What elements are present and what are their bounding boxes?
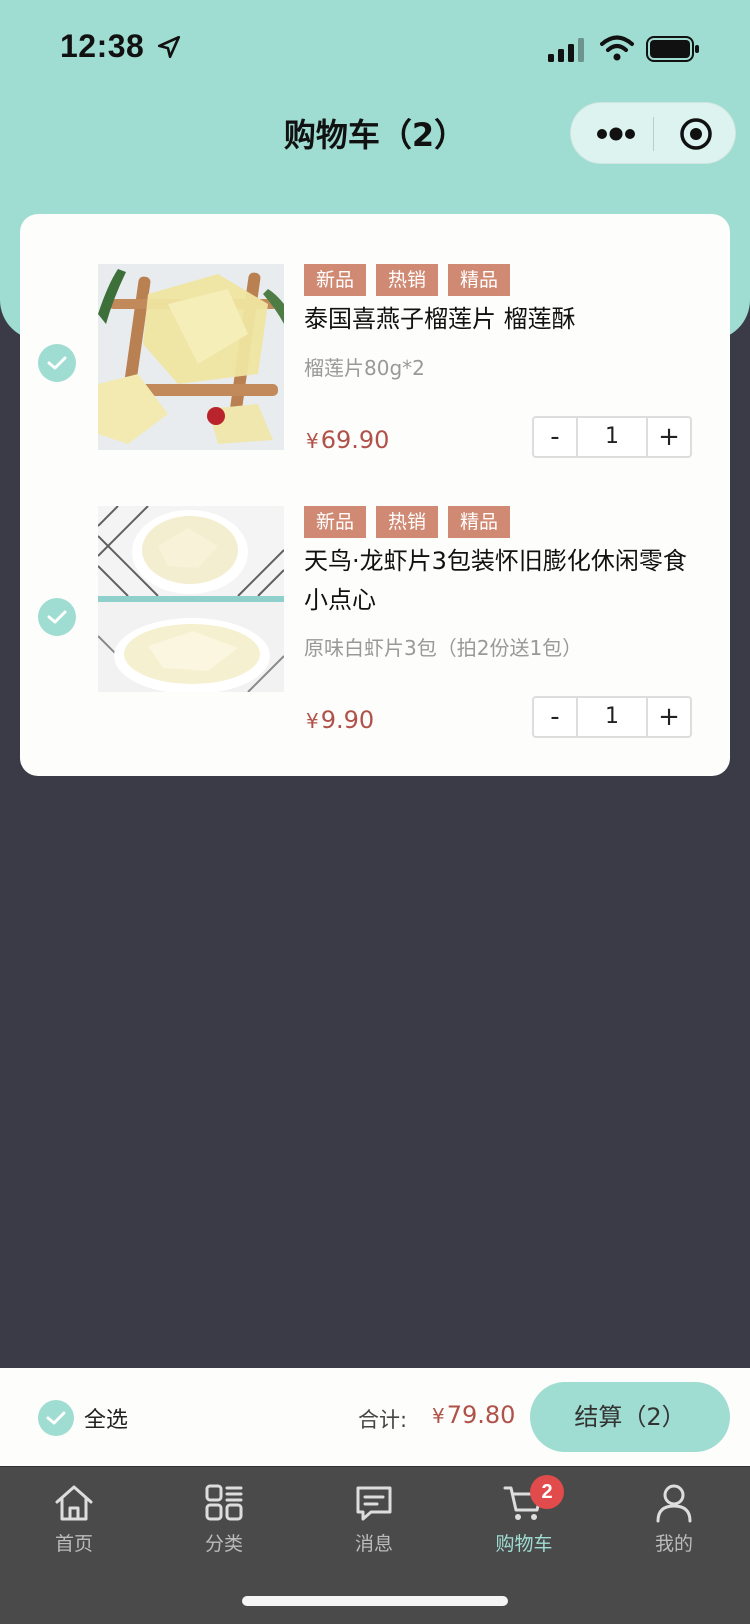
tab-category[interactable]: 分类 [164,1483,284,1563]
tag-new: 新品 [304,506,367,538]
decrement-button[interactable]: - [534,418,576,456]
more-icon[interactable] [595,121,637,147]
total-value: 79.80 [446,1401,516,1429]
product-image-durian-chips[interactable] [98,264,284,450]
check-icon [47,356,67,370]
tab-home[interactable]: 首页 [14,1483,134,1563]
tab-messages[interactable]: 消息 [314,1483,434,1563]
item-checkbox[interactable] [38,344,76,382]
quantity-input[interactable]: 1 [576,418,648,456]
tag-premium: 精品 [448,264,511,296]
home-icon [55,1485,93,1521]
currency-symbol: ¥ [306,709,319,733]
check-icon [46,1411,66,1425]
tag-hot: 热销 [376,506,439,538]
tab-cart-label: 购物车 [495,1533,553,1555]
product-price: ¥9.90 [306,706,374,734]
item-checkbox[interactable] [38,598,76,636]
tab-cart[interactable]: 购物车 [464,1483,584,1563]
item-tags: 新品 热销 精品 [304,264,511,296]
wifi-icon [600,35,634,61]
tab-home-label: 首页 [54,1533,93,1555]
price-value: 9.90 [320,706,375,734]
cart-list: 新品 热销 精品 泰国喜燕子榴莲片 榴莲酥 榴莲片80g*2 ¥69.90 - … [20,214,730,776]
checkout-button[interactable]: 结算（2） [530,1382,730,1452]
battery-icon [646,36,699,62]
cellular-signal-icon [548,38,584,62]
tab-profile-label: 我的 [654,1533,693,1555]
product-image-shrimp-chips[interactable] [98,506,284,692]
cart-item: 新品 热销 精品 泰国喜燕子榴莲片 榴莲酥 榴莲片80g*2 ¥69.90 - … [20,264,730,504]
status-bar: 12:38 [0,0,750,100]
increment-button[interactable]: + [648,418,690,456]
tab-category-label: 分类 [204,1533,243,1555]
product-spec: 榴莲片80g*2 [304,356,425,380]
quantity-stepper: - 1 + [532,696,692,738]
capsule-divider [653,117,654,151]
total-price: ¥79.80 [432,1401,515,1429]
close-target-icon[interactable] [679,117,713,151]
tab-messages-label: 消息 [354,1533,393,1555]
price-value: 69.90 [320,426,390,454]
status-time: 12:38 [60,28,145,64]
tag-new: 新品 [304,264,367,296]
product-name[interactable]: 天鸟·龙虾片3包装怀旧膨化休闲零食小点心 [304,542,704,620]
product-spec: 原味白虾片3包（拍2份送1包） [304,636,583,660]
currency-symbol: ¥ [432,1404,445,1428]
location-arrow-icon [157,35,181,59]
product-price: ¥69.90 [306,426,389,454]
checkout-bar: 全选 合计: ¥79.80 结算（2） [0,1368,750,1466]
currency-symbol: ¥ [306,429,319,453]
select-all-label[interactable]: 全选 [84,1402,128,1434]
item-tags: 新品 热销 精品 [304,506,511,538]
cart-page: 12:38 购物车（2） 新品 热销 精品 泰国喜燕子榴莲片 榴莲酥 榴莲片80… [0,0,750,1624]
check-icon [47,610,67,624]
home-indicator [242,1596,508,1606]
category-icon [205,1484,243,1521]
select-all-checkbox[interactable] [38,1400,74,1436]
cart-item: 新品 热销 精品 天鸟·龙虾片3包装怀旧膨化休闲零食小点心 原味白虾片3包（拍2… [20,506,730,746]
total-label: 合计: [358,1408,408,1432]
quantity-stepper: - 1 + [532,416,692,458]
cart-count-badge: 2 [530,1475,564,1509]
user-icon [656,1484,692,1523]
decrement-button[interactable]: - [534,698,576,736]
quantity-input[interactable]: 1 [576,698,648,736]
tag-premium: 精品 [448,506,511,538]
tag-hot: 热销 [376,264,439,296]
mini-program-capsule [570,102,736,164]
message-icon [356,1486,392,1521]
tab-profile[interactable]: 我的 [614,1483,734,1563]
product-name[interactable]: 泰国喜燕子榴莲片 榴莲酥 [304,300,704,339]
increment-button[interactable]: + [648,698,690,736]
